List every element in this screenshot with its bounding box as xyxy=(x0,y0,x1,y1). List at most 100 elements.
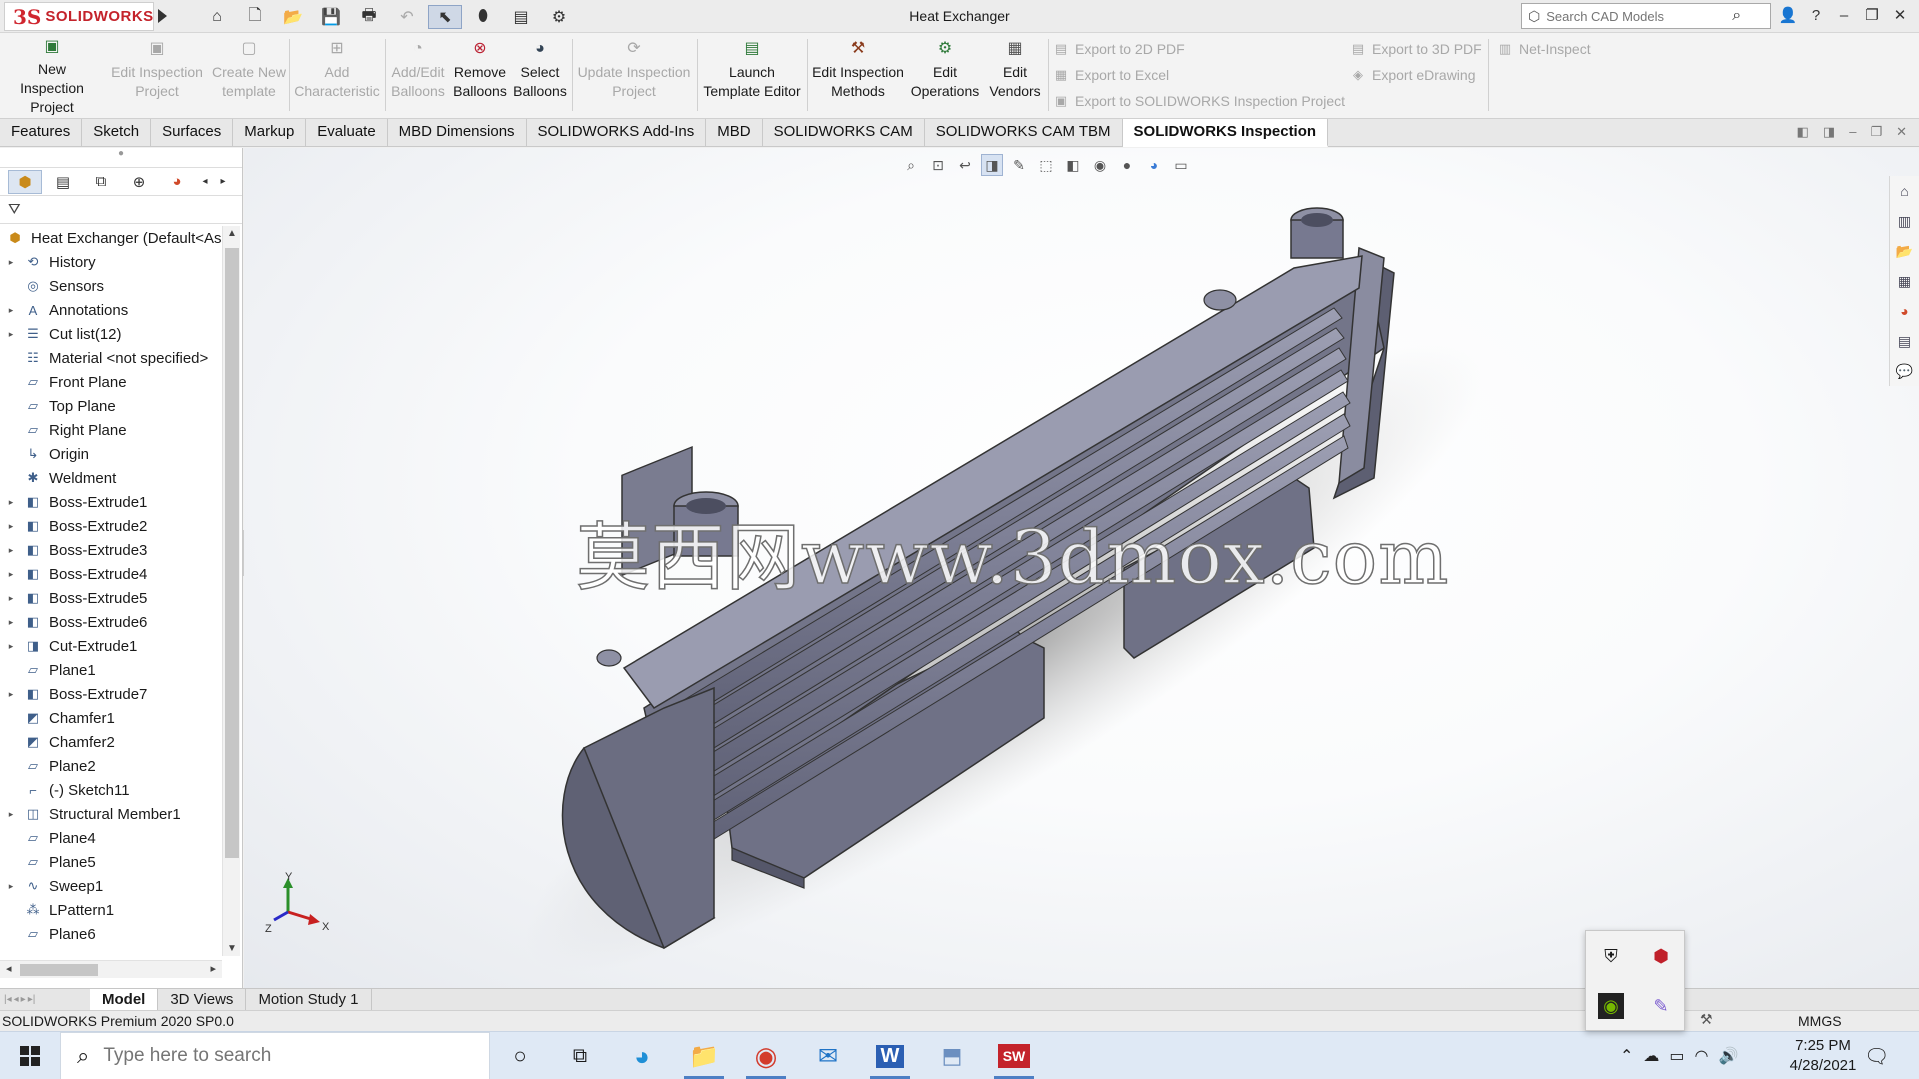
home-icon[interactable]: ⌂ xyxy=(200,5,234,29)
doc-close-icon[interactable]: ✕ xyxy=(1896,124,1907,140)
tree-node[interactable]: ▸ ◫ Structural Member1 xyxy=(0,802,222,826)
open-folder-icon[interactable]: 📂 xyxy=(276,5,310,29)
property-manager-tab-icon[interactable]: ▤ xyxy=(46,170,80,194)
rebuild-icon[interactable]: ⬮ xyxy=(466,5,500,29)
tree-node[interactable]: ▱ Top Plane xyxy=(0,394,222,418)
wifi-icon[interactable]: ◠ xyxy=(1695,1046,1709,1066)
tree-node[interactable]: ▸ ⟲ History xyxy=(0,250,222,274)
battery-icon[interactable]: ▭ xyxy=(1669,1046,1684,1066)
configuration-manager-tab-icon[interactable]: ⧉ xyxy=(84,170,118,194)
tree-node[interactable]: ▸ ◧ Boss-Extrude1 xyxy=(0,490,222,514)
notification-center-icon[interactable]: 🗨 xyxy=(1864,1044,1889,1069)
export-2d-pdf-button[interactable]: ▤ Export to 2D PDF xyxy=(1053,38,1185,60)
user-icon[interactable]: 👤 xyxy=(1777,4,1799,26)
network-drive-icon[interactable]: ⬒ xyxy=(922,1032,982,1079)
tree-node[interactable]: ▱ Right Plane xyxy=(0,418,222,442)
scroll-thumb[interactable] xyxy=(225,248,239,858)
edit-vendors-button[interactable]: ▦ Edit Vendors xyxy=(984,37,1046,113)
new-document-icon[interactable]: 🗋 xyxy=(238,5,272,29)
export-inspection-project-button[interactable]: ▣ Export to SOLIDWORKS Inspection Project xyxy=(1053,90,1345,112)
show-hidden-icons-icon[interactable]: ⌃ xyxy=(1620,1046,1633,1066)
select-balloons-button[interactable]: ◕ Select Balloons xyxy=(512,37,568,113)
nvidia-icon[interactable]: ◉ xyxy=(1598,993,1624,1019)
next-tab-icon[interactable]: ▸ xyxy=(21,994,26,1005)
edit-inspection-methods-button[interactable]: ⚒ Edit Inspection Methods xyxy=(810,37,906,113)
tab-solidworks-cam-tbm[interactable]: SOLIDWORKS CAM TBM xyxy=(925,119,1123,147)
expand-arrow-icon[interactable]: ▸ xyxy=(0,593,22,604)
mail-icon[interactable]: ✉ xyxy=(798,1032,858,1079)
expand-arrow-icon[interactable]: ▸ xyxy=(0,329,22,340)
scroll-thumb[interactable] xyxy=(20,964,98,976)
doc-minimize-icon[interactable]: – xyxy=(1849,124,1856,140)
tile-right-icon[interactable]: ◨ xyxy=(1823,124,1835,140)
tab-mbd[interactable]: MBD xyxy=(706,119,763,147)
prev-tab-icon[interactable]: ◂ xyxy=(14,994,19,1005)
file-properties-icon[interactable]: ▤ xyxy=(504,5,538,29)
scroll-up-icon[interactable]: ▲ xyxy=(223,228,241,239)
solidworks-resources-icon[interactable]: ⌂ xyxy=(1894,180,1916,202)
tree-node[interactable]: ▸ ◧ Boss-Extrude7 xyxy=(0,682,222,706)
add-edit-balloons-button[interactable]: ◔ Add/Edit Balloons xyxy=(389,37,447,113)
tree-node[interactable]: ☷ Material <not specified> xyxy=(0,346,222,370)
expand-arrow-icon[interactable]: ▸ xyxy=(0,641,22,652)
solidworks-logo[interactable]: 3S SOLIDWORKS xyxy=(4,2,154,31)
export-3d-pdf-button[interactable]: ▤ Export to 3D PDF xyxy=(1350,38,1482,60)
antivirus-icon[interactable]: ⬢ xyxy=(1648,943,1674,969)
volume-icon[interactable]: 🔊 xyxy=(1719,1046,1739,1066)
search-box[interactable]: ⬡ ⌕ xyxy=(1521,3,1771,29)
tab-solidworks-inspection[interactable]: SOLIDWORKS Inspection xyxy=(1122,119,1329,147)
expand-arrow-icon[interactable]: ▸ xyxy=(0,809,22,820)
tab-surfaces[interactable]: Surfaces xyxy=(151,119,234,147)
display-manager-tab-icon[interactable]: ◕ xyxy=(160,170,194,194)
solidworks-taskbar-icon[interactable]: SW xyxy=(984,1032,1044,1079)
help-icon[interactable]: ? xyxy=(1805,4,1827,26)
tile-left-icon[interactable]: ◧ xyxy=(1797,124,1809,140)
scroll-down-icon[interactable]: ▼ xyxy=(223,943,241,954)
design-library-icon[interactable]: ▥ xyxy=(1894,210,1916,232)
taskbar-clock[interactable]: 7:25 PM 4/28/2021 xyxy=(1768,1036,1878,1076)
first-tab-icon[interactable]: |◂ xyxy=(4,994,12,1005)
start-button[interactable] xyxy=(0,1032,60,1079)
close-icon[interactable]: ✕ xyxy=(1889,4,1911,26)
net-inspect-button[interactable]: ▥ Net-Inspect xyxy=(1497,38,1591,60)
tree-root[interactable]: ⬢ Heat Exchanger (Default<As xyxy=(0,226,222,250)
dimxpert-manager-tab-icon[interactable]: ⊕ xyxy=(122,170,156,194)
tree-node[interactable]: ▸ A Annotations xyxy=(0,298,222,322)
export-edrawing-button[interactable]: ◈ Export eDrawing xyxy=(1350,64,1476,86)
expand-arrow-icon[interactable]: ▸ xyxy=(0,257,22,268)
tree-horizontal-scrollbar[interactable]: ◂ ▸ xyxy=(0,960,222,978)
tree-node[interactable]: ▸ ◧ Boss-Extrude3 xyxy=(0,538,222,562)
solidworks-forum-icon[interactable]: 💬 xyxy=(1894,360,1916,382)
undo-icon[interactable]: ↶ xyxy=(390,5,424,29)
tab-features[interactable]: Features xyxy=(0,119,83,147)
tab-solidworks-add-ins[interactable]: SOLIDWORKS Add-Ins xyxy=(527,119,707,147)
expand-arrow-icon[interactable]: ▸ xyxy=(0,497,22,508)
edit-operations-button[interactable]: ⚙ Edit Operations xyxy=(908,37,982,113)
word-icon[interactable]: W xyxy=(860,1032,920,1079)
panel-collapse-handle[interactable]: ● xyxy=(0,148,242,168)
custom-properties-icon[interactable]: ▤ xyxy=(1894,330,1916,352)
tab-3d-views[interactable]: 3D Views xyxy=(158,989,247,1010)
expand-arrow-icon[interactable]: ▸ xyxy=(0,305,22,316)
graphics-area[interactable]: ⌕ ⊡ ↩ ◨ ✎ ⬚ ◧ ◉ ● ◕ ▭ 莫西网www.3dmox.com Y… xyxy=(244,148,1919,988)
expand-arrow-icon[interactable]: ▸ xyxy=(0,545,22,556)
add-characteristic-button[interactable]: ⊞ Add Characteristic xyxy=(293,37,381,113)
security-shield-icon[interactable]: ⛨ xyxy=(1598,943,1624,969)
tab-markup[interactable]: Markup xyxy=(233,119,307,147)
tree-node[interactable]: ▱ Plane2 xyxy=(0,754,222,778)
menu-expand-arrow-icon[interactable] xyxy=(158,9,167,23)
tab-motion-study-1[interactable]: Motion Study 1 xyxy=(246,989,372,1010)
taskbar-search-input[interactable] xyxy=(103,1045,464,1067)
scroll-left-icon[interactable]: ◂ xyxy=(6,962,12,975)
cortana-icon[interactable]: ○ xyxy=(490,1032,550,1079)
launch-template-editor-button[interactable]: ▤ Launch Template Editor xyxy=(701,37,803,113)
tab-evaluate[interactable]: Evaluate xyxy=(306,119,388,147)
feature-manager-tab-icon[interactable]: ⬢ xyxy=(8,169,42,194)
print-icon[interactable]: 🖶 xyxy=(352,5,386,29)
edit-inspection-project-button[interactable]: ▣ Edit Inspection Project xyxy=(108,37,206,113)
file-explorer-icon[interactable]: 📂 xyxy=(1894,240,1916,262)
onedrive-icon[interactable]: ☁ xyxy=(1643,1046,1659,1066)
doc-restore-icon[interactable]: ❐ xyxy=(1870,124,1882,140)
expand-arrow-icon[interactable]: ▸ xyxy=(0,881,22,892)
remove-balloons-button[interactable]: ⊗ Remove Balloons xyxy=(451,37,509,113)
